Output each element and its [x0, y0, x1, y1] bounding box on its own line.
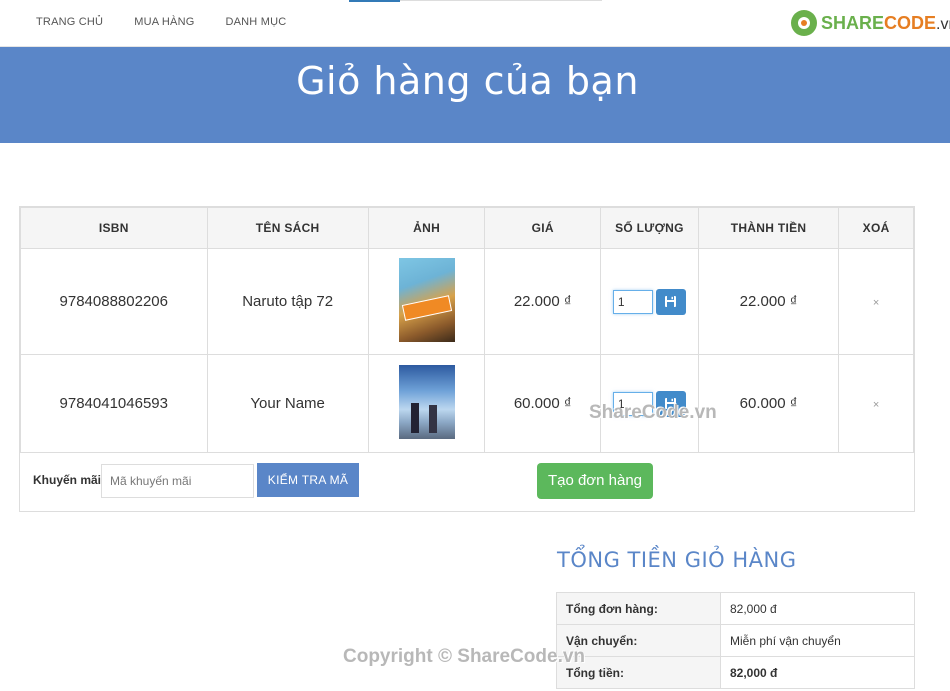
isbn-cell: 9784088802206	[20, 248, 208, 355]
nav-active-indicator	[349, 0, 400, 2]
totals-row: Vận chuyển: Miễn phí vận chuyển	[556, 624, 915, 657]
page-banner: Giỏ hàng của bạn	[0, 47, 950, 143]
remove-cell: ×	[838, 354, 914, 453]
book-name-cell: Naruto tập 72	[206, 248, 369, 355]
save-quantity-button[interactable]	[655, 390, 686, 417]
create-order-button[interactable]: Tạo đơn hàng	[537, 463, 653, 499]
logo-text: SHARECODE.vn	[821, 12, 950, 33]
copyright-watermark: Copyright © ShareCode.vn	[343, 646, 586, 667]
logo-icon	[791, 10, 817, 36]
quantity-input[interactable]	[612, 289, 653, 314]
book-cover-image	[398, 257, 455, 342]
remove-item-button[interactable]: ×	[873, 399, 879, 411]
remove-item-button[interactable]: ×	[873, 297, 879, 309]
col-book-name: TÊN SÁCH	[206, 207, 369, 249]
nav-home[interactable]: TRANG CHỦ	[36, 16, 103, 28]
order-total-value: 82,000 đ	[720, 592, 915, 625]
cart-header-row: ISBN TÊN SÁCH ẢNH GIÁ SỐ LƯỢNG THÀNH TIỀ…	[20, 207, 914, 249]
nav-categories[interactable]: DANH MỤC	[225, 16, 286, 28]
nav-links: TRANG CHỦ MUA HÀNG DANH MỤC	[36, 16, 317, 28]
shipping-value: Miễn phí vận chuyển	[720, 624, 915, 657]
totals-row: Tổng đơn hàng: 82,000 đ	[556, 592, 915, 625]
cart-table: ISBN TÊN SÁCH ẢNH GIÁ SỐ LƯỢNG THÀNH TIỀ…	[20, 207, 914, 453]
quantity-cell	[599, 248, 699, 355]
image-cell	[367, 248, 486, 355]
book-cover-image	[398, 364, 455, 439]
floppy-disk-icon	[665, 398, 677, 409]
grand-total-label: Tổng tiền:	[556, 656, 721, 689]
totals-row: Tổng tiền: 82,000 đ	[556, 656, 915, 689]
save-quantity-button[interactable]	[655, 288, 686, 315]
cart-totals-table: Tổng đơn hàng: 82,000 đ Vận chuyển: Miễn…	[556, 592, 915, 689]
subtotal-cell: 22.000 ₫	[697, 248, 840, 355]
remove-cell: ×	[838, 248, 914, 355]
cart-panel: ISBN TÊN SÁCH ẢNH GIÁ SỐ LƯỢNG THÀNH TIỀ…	[19, 206, 915, 512]
check-promo-button[interactable]: KIỂM TRA MÃ	[257, 463, 359, 497]
cart-row: 9784088802206 Naruto tập 72 22.000 ₫ 22.…	[20, 248, 914, 355]
isbn-cell: 9784041046593	[20, 354, 208, 453]
promo-label: Khuyến mãi:	[33, 473, 106, 487]
book-name-cell: Your Name	[206, 354, 369, 453]
col-price: GIÁ	[484, 207, 601, 249]
cart-totals-title: TỔNG TIỀN GIỎ HÀNG	[557, 548, 797, 572]
quantity-input[interactable]	[612, 391, 653, 416]
nav-divider	[400, 0, 602, 1]
col-image: ẢNH	[367, 207, 486, 249]
quantity-cell	[599, 354, 699, 453]
sharecode-logo[interactable]: SHARECODE.vn	[791, 10, 950, 36]
page-title: Giỏ hàng của bạn	[296, 59, 639, 103]
col-quantity: SỐ LƯỢNG	[599, 207, 699, 249]
price-cell: 22.000 ₫	[484, 248, 601, 355]
shipping-label: Vận chuyển:	[556, 624, 721, 657]
top-navbar: TRANG CHỦ MUA HÀNG DANH MỤC SHARECODE.vn	[0, 0, 950, 47]
cart-row: 9784041046593 Your Name 60.000 ₫ 60.000 …	[20, 354, 914, 453]
col-isbn: ISBN	[20, 207, 208, 249]
subtotal-cell: 60.000 ₫	[697, 354, 840, 453]
col-remove: XOÁ	[838, 207, 914, 249]
nav-shop[interactable]: MUA HÀNG	[134, 16, 194, 28]
floppy-disk-icon	[665, 296, 677, 307]
image-cell	[367, 354, 486, 453]
col-subtotal: THÀNH TIỀN	[697, 207, 840, 249]
grand-total-value: 82,000 đ	[720, 656, 915, 689]
price-cell: 60.000 ₫	[484, 354, 601, 453]
promo-code-input[interactable]	[101, 464, 254, 498]
order-total-label: Tổng đơn hàng:	[556, 592, 721, 625]
